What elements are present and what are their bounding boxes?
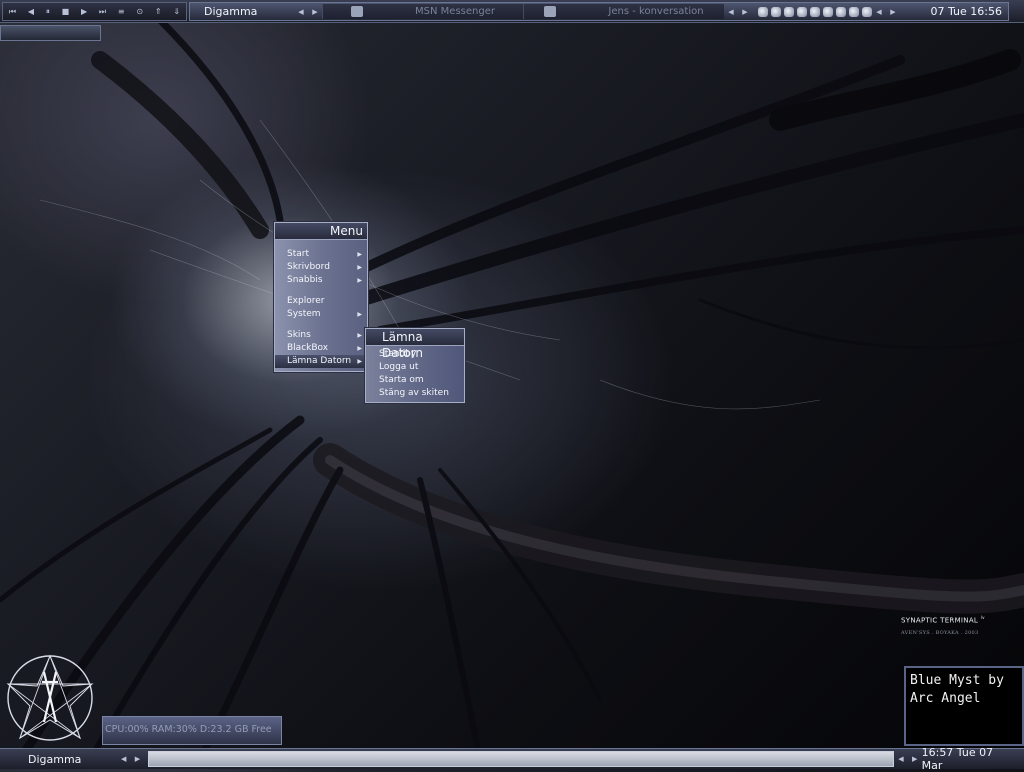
next-workspace-icon[interactable]: ▶ (131, 755, 145, 763)
next-task-icon[interactable]: ▶ (738, 8, 752, 16)
menu-item-starta-om[interactable]: Starta om (366, 374, 464, 387)
next-window-icon[interactable]: ▶ (908, 755, 922, 763)
task-label: Jens - konversation (608, 6, 704, 17)
task-msn-messenger[interactable]: MSN Messenger (322, 4, 523, 19)
volume-up-icon[interactable]: ⇑ (155, 7, 162, 16)
menu-item-label: Skins (287, 330, 311, 340)
top-clock[interactable]: 07 Tue 16:56 (931, 5, 1008, 18)
tools-icon[interactable] (784, 6, 794, 17)
menu-item-snabbis[interactable]: Snabbis ▶ (275, 274, 367, 287)
bottom-workspace-label[interactable]: Digamma (0, 753, 117, 766)
leave-computer-submenu: Lämna Datorn Standby Logga ut Starta om … (365, 328, 465, 403)
rewind-icon[interactable]: ◀ (28, 7, 34, 16)
options-icon[interactable]: ⊙ (136, 7, 143, 16)
submenu-arrow-icon: ▶ (357, 358, 362, 365)
next-tray-icon[interactable]: ▶ (886, 8, 900, 16)
submenu-arrow-icon: ▶ (357, 277, 362, 284)
submenu-arrow-icon: ▶ (357, 332, 362, 339)
menu-item-label: Skrivbord (287, 262, 330, 272)
theme-credit-text: Blue Myst by Arc Angel (910, 673, 1004, 706)
next-workspace-icon[interactable]: ▶ (308, 8, 322, 16)
task-conversation[interactable]: Jens - konversation (523, 4, 724, 19)
menu-item-skrivbord[interactable]: Skrivbord ▶ (275, 261, 367, 274)
prev-tray-icon[interactable]: ◀ (872, 8, 886, 16)
submenu-arrow-icon: ▶ (357, 264, 362, 271)
menu-item-label: Lämna Datorn (287, 356, 352, 366)
submenu-arrow-icon: ▶ (357, 345, 362, 352)
submenu-arrow-icon: ▶ (357, 311, 362, 318)
cursor-icon[interactable] (849, 6, 859, 17)
task-label: MSN Messenger (415, 6, 495, 17)
desktop-wallpaper (0, 16, 1024, 765)
logo-title: SYNAPTIC TERMINAL (901, 616, 979, 625)
pause-icon[interactable]: ⏸ (46, 7, 50, 17)
media-controls: ⏮ ◀ ⏸ ■ ▶ ⏭ ≡ ⊙ ⇑ ⇓ (2, 2, 187, 21)
display-icon[interactable] (797, 6, 807, 17)
theme-info-box: Blue Myst by Arc Angel (904, 666, 1024, 746)
menu-item-label: BlackBox (287, 343, 329, 353)
system-tray (758, 6, 872, 17)
playlist-icon[interactable]: ≡ (118, 7, 125, 16)
menu-item-label: Explorer (287, 296, 325, 306)
menu-item-start[interactable]: Start ▶ (275, 248, 367, 261)
menu-item-blackbox[interactable]: BlackBox ▶ (275, 342, 367, 355)
msn-icon (351, 6, 364, 17)
prev-window-icon[interactable]: ◀ (894, 755, 908, 763)
workspace-label[interactable]: Digamma (190, 5, 294, 18)
hourglass-icon[interactable] (810, 6, 820, 17)
logo-credit: AVEN'SYS . BOYAKA . 2003 (901, 630, 979, 637)
slit-panel (0, 25, 101, 41)
logo-sup: lv (980, 615, 985, 620)
menu-item-stang-av[interactable]: Stäng av skiten (366, 387, 464, 400)
menu-item-logga-ut[interactable]: Logga ut (366, 361, 464, 374)
menu-title[interactable]: Menu (275, 223, 367, 240)
network-icon[interactable] (758, 6, 768, 17)
people-icon[interactable] (771, 6, 781, 17)
prev-workspace-icon[interactable]: ◀ (294, 8, 308, 16)
speaker-icon[interactable] (862, 6, 872, 17)
top-toolbar: ⏮ ◀ ⏸ ■ ▶ ⏭ ≡ ⊙ ⇑ ⇓ Digamma ◀ ▶ MSN Mess… (0, 0, 1024, 23)
menu-item-skins[interactable]: Skins ▶ (275, 329, 367, 342)
volume-down-icon[interactable]: ⇓ (173, 7, 180, 16)
synaptic-terminal-logo: SYNAPTIC TERMINAL lv AVEN'SYS . BOYAKA .… (901, 615, 985, 636)
star-emblem-icon (6, 654, 94, 741)
stop-icon[interactable]: ■ (62, 7, 70, 16)
bottom-clock[interactable]: 16:57 Tue 07 Mar (922, 746, 1024, 772)
bottom-toolbar: Digamma ◀ ▶ ◀ ▶ 16:57 Tue 07 Mar (0, 746, 1024, 772)
system-stats-text: CPU:00% RAM:30% D:23.2 GB Free (105, 724, 272, 735)
root-menu: Menu Start ▶ Skrivbord ▶ Snabbis ▶ Explorer… (274, 222, 368, 372)
play-icon[interactable]: ▶ (81, 7, 87, 16)
menu-item-explorer[interactable]: Explorer (275, 295, 367, 308)
chat-icon (544, 6, 557, 17)
top-taskbar: Digamma ◀ ▶ MSN Messenger Jens - konvers… (189, 2, 1009, 21)
submenu-title[interactable]: Lämna Datorn (366, 329, 464, 360)
next-track-icon[interactable]: ⏭ (99, 7, 106, 17)
key-icon[interactable] (836, 6, 846, 17)
prev-task-icon[interactable]: ◀ (724, 8, 738, 16)
system-monitor: CPU:00% RAM:30% D:23.2 GB Free (102, 716, 282, 745)
previous-track-icon[interactable]: ⏮ (9, 7, 16, 17)
submenu-arrow-icon: ▶ (357, 251, 362, 258)
lightning-icon[interactable] (823, 6, 833, 17)
bottom-task-area[interactable] (148, 751, 894, 767)
menu-item-lamna-datorn[interactable]: Lämna Datorn ▶ (275, 355, 367, 368)
menu-item-label: Snabbis (287, 275, 323, 285)
prev-workspace-icon[interactable]: ◀ (117, 755, 131, 763)
menu-item-system[interactable]: System ▶ (275, 308, 367, 321)
menu-item-standby[interactable]: Standby (366, 348, 464, 361)
menu-item-label: Start (287, 249, 309, 259)
menu-item-label: System (287, 309, 321, 319)
